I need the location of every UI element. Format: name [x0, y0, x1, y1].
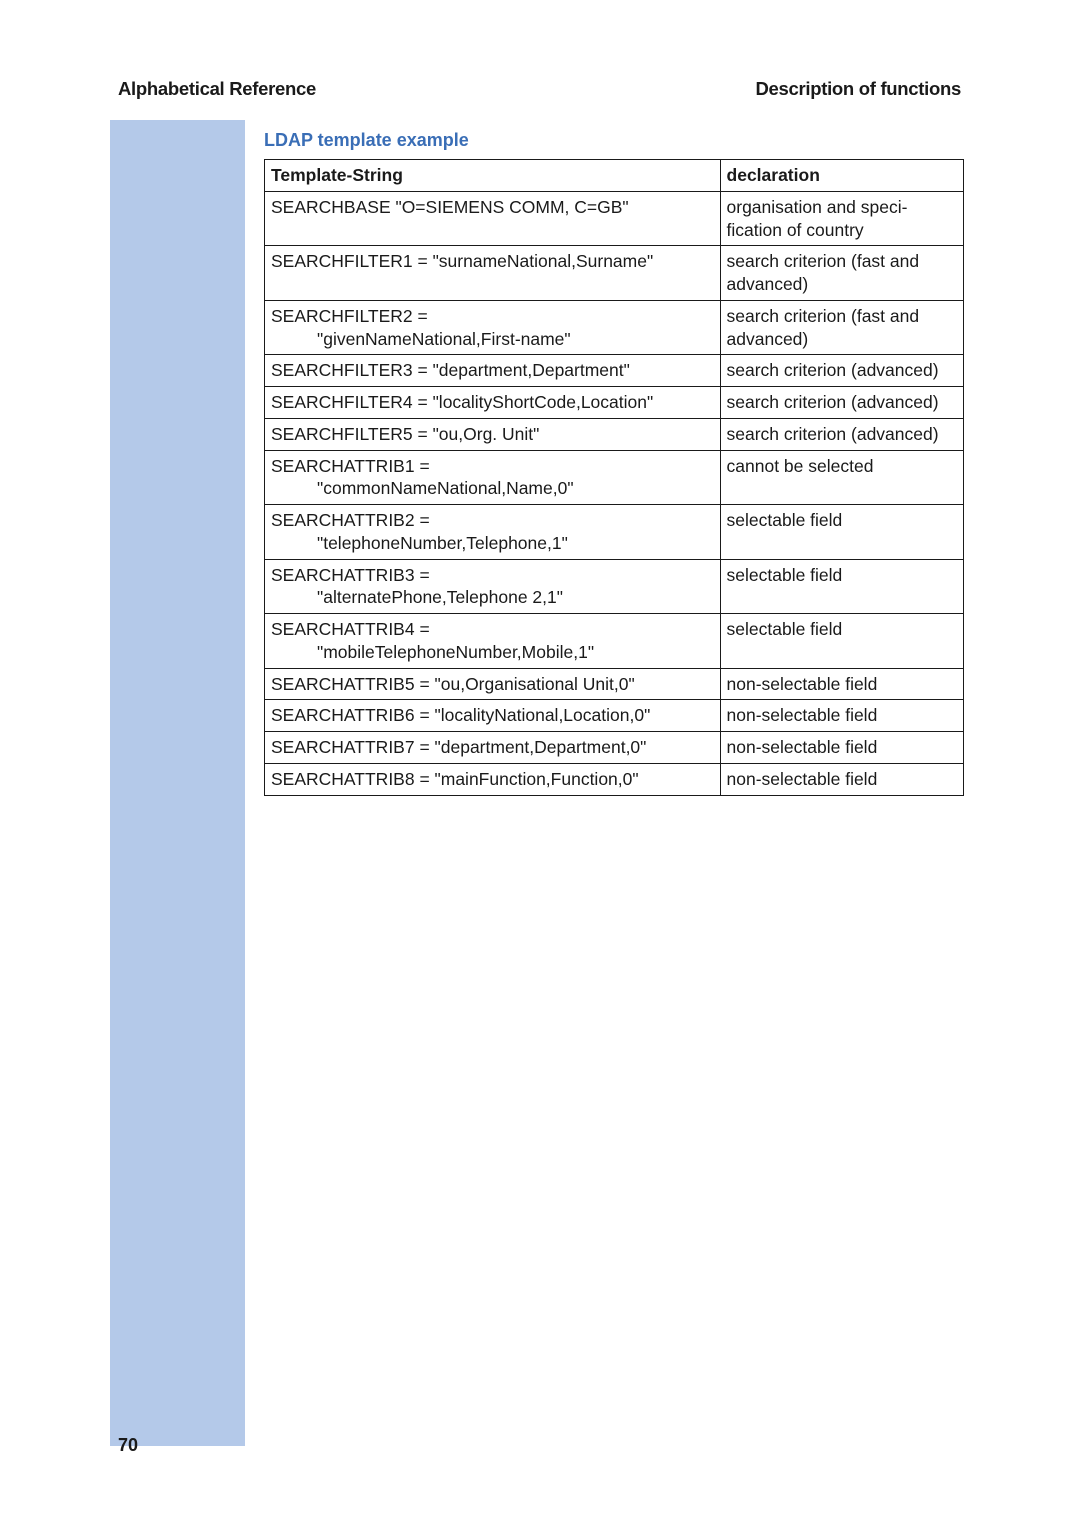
table-cell: SEARCHFILTER5 = "ou,Org. Unit" [265, 418, 721, 450]
ldap-table: Template-String declaration SEARCHBASE "… [264, 159, 964, 796]
table-cell: search criterion (advanced) [720, 387, 963, 419]
table-cell: SEARCHFILTER1 = "surnameNational,Surname… [265, 246, 721, 301]
table-cell: SEARCHATTRIB6 = "localityNational,Locati… [265, 700, 721, 732]
cell-line1: SEARCHFILTER2 = [271, 306, 428, 326]
table-body: SEARCHBASE "O=SIEMENS COMM, C=GB" organi… [265, 191, 964, 795]
cell-line2: "telephoneNumber,Telephone,1" [271, 532, 714, 555]
table-row: SEARCHATTRIB8 = "mainFunction,Function,0… [265, 763, 964, 795]
table-cell: SEARCHFILTER3 = "department,Department" [265, 355, 721, 387]
table-row: SEARCHFILTER1 = "surnameNational,Surname… [265, 246, 964, 301]
table-row: SEARCHATTRIB5 = "ou,Organisational Unit,… [265, 668, 964, 700]
section-heading: LDAP template example [264, 130, 964, 151]
cell-line1: SEARCHATTRIB4 = [271, 619, 430, 639]
table-cell: non-selectable field [720, 700, 963, 732]
cell-line2: "alternatePhone,Telephone 2,1" [271, 586, 714, 609]
table-cell: SEARCHATTRIB8 = "mainFunction,Function,0… [265, 763, 721, 795]
table-cell: search criterion (advanced) [720, 355, 963, 387]
table-cell: search criterion (advanced) [720, 418, 963, 450]
table-header-col2: declaration [720, 160, 963, 192]
table-row: SEARCHFILTER3 = "department,Department" … [265, 355, 964, 387]
table-row: SEARCHATTRIB3 = "alternatePhone,Telephon… [265, 559, 964, 614]
table-cell: organisation and speci-fication of count… [720, 191, 963, 246]
table-row: SEARCHATTRIB7 = "department,Department,0… [265, 732, 964, 764]
header-right: Description of functions [755, 78, 961, 100]
table-cell: SEARCHATTRIB2 = "telephoneNumber,Telepho… [265, 505, 721, 560]
table-cell: non-selectable field [720, 763, 963, 795]
cell-line2: "givenNameNational,First-name" [271, 328, 714, 351]
table-row: SEARCHATTRIB6 = "localityNational,Locati… [265, 700, 964, 732]
table-header-col1: Template-String [265, 160, 721, 192]
table-cell: non-selectable field [720, 732, 963, 764]
cell-line1: SEARCHATTRIB2 = [271, 510, 430, 530]
table-cell: selectable field [720, 559, 963, 614]
table-cell: non-selectable field [720, 668, 963, 700]
table-cell: SEARCHATTRIB3 = "alternatePhone,Telephon… [265, 559, 721, 614]
table-cell: SEARCHATTRIB7 = "department,Department,0… [265, 732, 721, 764]
header-left: Alphabetical Reference [118, 78, 316, 100]
content-area: LDAP template example Template-String de… [264, 130, 964, 796]
table-row: SEARCHBASE "O=SIEMENS COMM, C=GB" organi… [265, 191, 964, 246]
table-cell: cannot be selected [720, 450, 963, 505]
cell-line1: SEARCHATTRIB1 = [271, 456, 430, 476]
table-cell: SEARCHATTRIB1 = "commonNameNational,Name… [265, 450, 721, 505]
cell-line1: SEARCHATTRIB3 = [271, 565, 430, 585]
cell-line2: "mobileTelephoneNumber,Mobile,1" [271, 641, 714, 664]
table-row: SEARCHATTRIB1 = "commonNameNational,Name… [265, 450, 964, 505]
left-blue-bar [110, 120, 245, 1446]
table-cell: SEARCHATTRIB4 = "mobileTelephoneNumber,M… [265, 614, 721, 669]
table-cell: SEARCHFILTER2 = "givenNameNational,First… [265, 300, 721, 355]
page-number: 70 [118, 1435, 138, 1456]
table-row: SEARCHFILTER5 = "ou,Org. Unit" search cr… [265, 418, 964, 450]
table-cell: SEARCHATTRIB5 = "ou,Organisational Unit,… [265, 668, 721, 700]
table-row: SEARCHFILTER2 = "givenNameNational,First… [265, 300, 964, 355]
table-row: SEARCHATTRIB2 = "telephoneNumber,Telepho… [265, 505, 964, 560]
table-row: SEARCHATTRIB4 = "mobileTelephoneNumber,M… [265, 614, 964, 669]
table-cell: selectable field [720, 505, 963, 560]
table-cell: selectable field [720, 614, 963, 669]
table-cell: search criterion (fast and advanced) [720, 246, 963, 301]
page-header: Alphabetical Reference Description of fu… [118, 78, 961, 100]
table-header-row: Template-String declaration [265, 160, 964, 192]
table-cell: SEARCHBASE "O=SIEMENS COMM, C=GB" [265, 191, 721, 246]
cell-line2: "commonNameNational,Name,0" [271, 477, 714, 500]
table-row: SEARCHFILTER4 = "localityShortCode,Locat… [265, 387, 964, 419]
table-cell: search criterion (fast and advanced) [720, 300, 963, 355]
table-cell: SEARCHFILTER4 = "localityShortCode,Locat… [265, 387, 721, 419]
